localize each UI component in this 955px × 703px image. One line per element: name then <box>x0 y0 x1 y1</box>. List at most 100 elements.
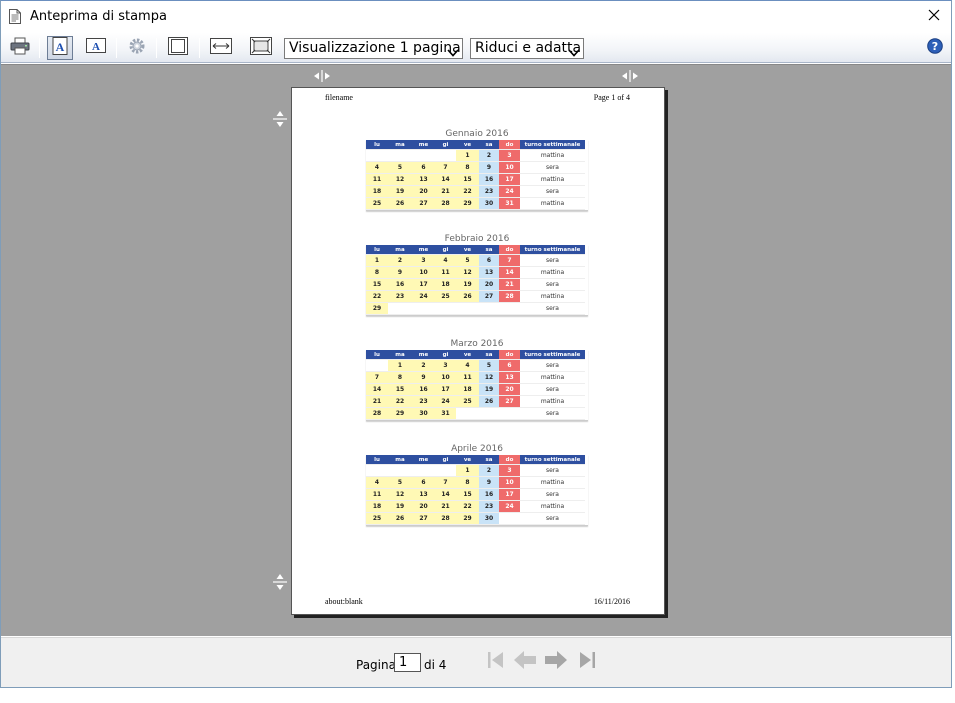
right-margin-handle[interactable] <box>621 69 639 82</box>
preview-area[interactable]: filename Page 1 of 4 about:blank 16/11/2… <box>1 64 951 636</box>
day-cell: 27 <box>412 198 435 210</box>
day-cell: 29 <box>456 198 479 210</box>
month-title: Febbraio 2016 <box>444 234 510 244</box>
day-cell: 1 <box>366 255 388 267</box>
weekday-header: gi <box>435 350 456 360</box>
scale-mode-select[interactable]: Riduci e adatta <box>470 38 584 59</box>
day-cell: 22 <box>366 291 388 303</box>
day-cell: 5 <box>388 477 412 489</box>
day-cell: 5 <box>456 255 479 267</box>
shift-cell: sera <box>520 465 585 477</box>
weekday-header: lu <box>366 455 388 465</box>
title-bar: Anteprima di stampa <box>1 1 951 33</box>
weekday-header: do <box>499 140 520 150</box>
day-cell: 14 <box>499 267 520 279</box>
help-button[interactable]: ? <box>922 36 948 60</box>
margins-button[interactable] <box>165 36 191 60</box>
day-cell: 20 <box>499 384 520 396</box>
day-cell: 7 <box>499 255 520 267</box>
next-page-button[interactable] <box>544 650 568 673</box>
day-cell: 9 <box>388 267 412 279</box>
day-cell: 9 <box>479 162 499 174</box>
day-cell: 16 <box>479 174 499 186</box>
left-margin-handle[interactable] <box>313 69 331 82</box>
day-cell: 24 <box>499 501 520 513</box>
full-page-button[interactable] <box>248 36 274 60</box>
month-calendar: Febbraio 2016 lu ma me gi ve sa do turno settima… <box>366 233 588 316</box>
day-cell <box>479 408 499 420</box>
day-cell: 6 <box>499 360 520 372</box>
day-cell: 30 <box>412 408 435 420</box>
day-cell <box>499 303 520 315</box>
top-margin-handle[interactable] <box>273 110 287 128</box>
last-page-button[interactable] <box>575 651 599 673</box>
view-mode-select[interactable]: Visualizzazione 1 pagina <box>284 38 463 59</box>
day-cell: 10 <box>499 162 520 174</box>
day-cell: 14 <box>435 174 456 186</box>
day-cell: 10 <box>435 372 456 384</box>
day-cell: 16 <box>388 279 412 291</box>
day-cell <box>412 303 435 315</box>
day-cell: 24 <box>412 291 435 303</box>
day-cell: 28 <box>435 198 456 210</box>
previous-page-button[interactable] <box>513 650 537 673</box>
day-cell: 25 <box>366 198 388 210</box>
weekday-header: lu <box>366 140 388 150</box>
fit-width-button[interactable] <box>208 36 234 60</box>
fit-width-icon <box>210 37 232 59</box>
weekday-header: do <box>499 350 520 360</box>
print-button[interactable] <box>7 36 33 60</box>
day-cell: 6 <box>412 477 435 489</box>
first-page-button[interactable] <box>484 651 508 673</box>
day-cell: 12 <box>479 372 499 384</box>
day-cell: 13 <box>412 489 435 501</box>
shift-cell: mattina <box>520 267 585 279</box>
calendar-grid: lu ma me gi ve sa do turno settimanale 1 2 3 4 5 6 7 se… <box>366 245 588 316</box>
chevron-down-icon <box>447 44 459 58</box>
day-cell: 29 <box>388 408 412 420</box>
full-page-icon <box>250 36 272 60</box>
shift-cell: sera <box>520 489 585 501</box>
day-cell: 16 <box>412 384 435 396</box>
day-cell: 7 <box>435 477 456 489</box>
scale-mode-value: Riduci e adatta <box>475 40 582 56</box>
page-number-input[interactable]: 1 <box>394 653 421 672</box>
weekday-header: do <box>499 455 520 465</box>
weekday-header: do <box>499 245 520 255</box>
day-cell: 2 <box>412 360 435 372</box>
day-cell <box>366 360 388 372</box>
print-preview-window: Anteprima di stampa A A Visualizzazione … <box>0 0 952 688</box>
day-cell <box>435 465 456 477</box>
help-icon: ? <box>927 37 943 59</box>
day-cell: 20 <box>412 186 435 198</box>
page-label: Pagina <box>356 658 396 672</box>
bottom-margin-handle[interactable] <box>273 573 287 591</box>
page-footer-left: about:blank <box>325 597 363 606</box>
day-cell: 18 <box>435 279 456 291</box>
day-cell: 14 <box>366 384 388 396</box>
close-button[interactable] <box>917 1 951 33</box>
day-cell: 3 <box>499 465 520 477</box>
window-title: Anteprima di stampa <box>30 9 167 24</box>
weekday-header: ma <box>388 140 412 150</box>
weekday-header: ve <box>456 350 479 360</box>
first-page-icon <box>486 650 506 675</box>
portrait-icon: A <box>52 36 68 60</box>
weekday-header: lu <box>366 245 388 255</box>
day-cell: 29 <box>456 513 479 525</box>
day-cell: 16 <box>479 489 499 501</box>
landscape-button[interactable]: A <box>83 36 109 60</box>
page-setup-button[interactable] <box>124 36 150 60</box>
day-cell <box>435 303 456 315</box>
day-cell <box>456 408 479 420</box>
month-calendar: Gennaio 2016 lu ma me gi ve sa do turno settiman… <box>366 128 588 211</box>
day-cell: 26 <box>479 396 499 408</box>
day-cell: 24 <box>499 186 520 198</box>
day-cell: 15 <box>388 384 412 396</box>
weekday-header: turno settimanale <box>520 455 585 465</box>
portrait-button[interactable]: A <box>47 36 73 60</box>
day-cell: 26 <box>456 291 479 303</box>
day-cell: 21 <box>435 501 456 513</box>
weekday-header: sa <box>479 455 499 465</box>
day-cell <box>388 303 412 315</box>
